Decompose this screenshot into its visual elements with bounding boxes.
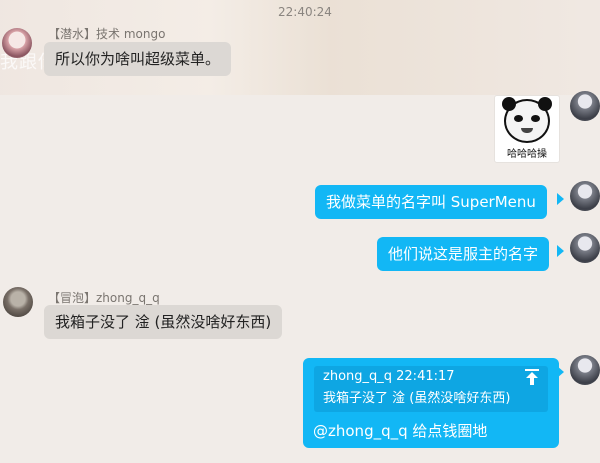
sender-name: 【冒泡】zhong_q_q (48, 291, 160, 305)
bubble-tail (557, 193, 564, 205)
avatar[interactable] (570, 355, 600, 385)
bubble-tail (557, 366, 564, 378)
avatar[interactable] (570, 181, 600, 211)
avatar[interactable] (2, 28, 32, 58)
panda-face-icon (502, 97, 552, 143)
sticker-caption: 哈哈哈操 (507, 149, 547, 160)
message-bubble[interactable]: 我箱子没了 淦 (虽然没啥好东西) (44, 305, 283, 339)
message-text: @zhong_q_q 给点钱圈地 (313, 422, 488, 440)
message-bubble[interactable]: 我做菜单的名字叫 SuperMenu (315, 185, 547, 219)
quote-header: zhong_q_q 22:41:17 (323, 369, 455, 384)
jump-to-original-icon[interactable] (522, 368, 542, 386)
message-bubble[interactable]: 所以你为啥叫超级菜单。 (44, 42, 232, 76)
sender-name: 【潜水】技术 mongo (48, 27, 166, 41)
avatar[interactable] (570, 91, 600, 121)
quoted-message[interactable]: zhong_q_q 22:41:17 我箱子没了 淦 (虽然没啥好东西) (314, 366, 548, 412)
bubble-tail (557, 245, 564, 257)
avatar[interactable] (570, 233, 600, 263)
quote-text: 我箱子没了 淦 (虽然没啥好东西) (323, 391, 511, 406)
message-bubble[interactable]: 他们说这是服主的名字 (377, 237, 550, 271)
avatar[interactable] (3, 287, 33, 317)
sticker-message[interactable]: 哈哈哈操 (494, 95, 560, 163)
message-timestamp: 22:40:24 (278, 5, 332, 19)
